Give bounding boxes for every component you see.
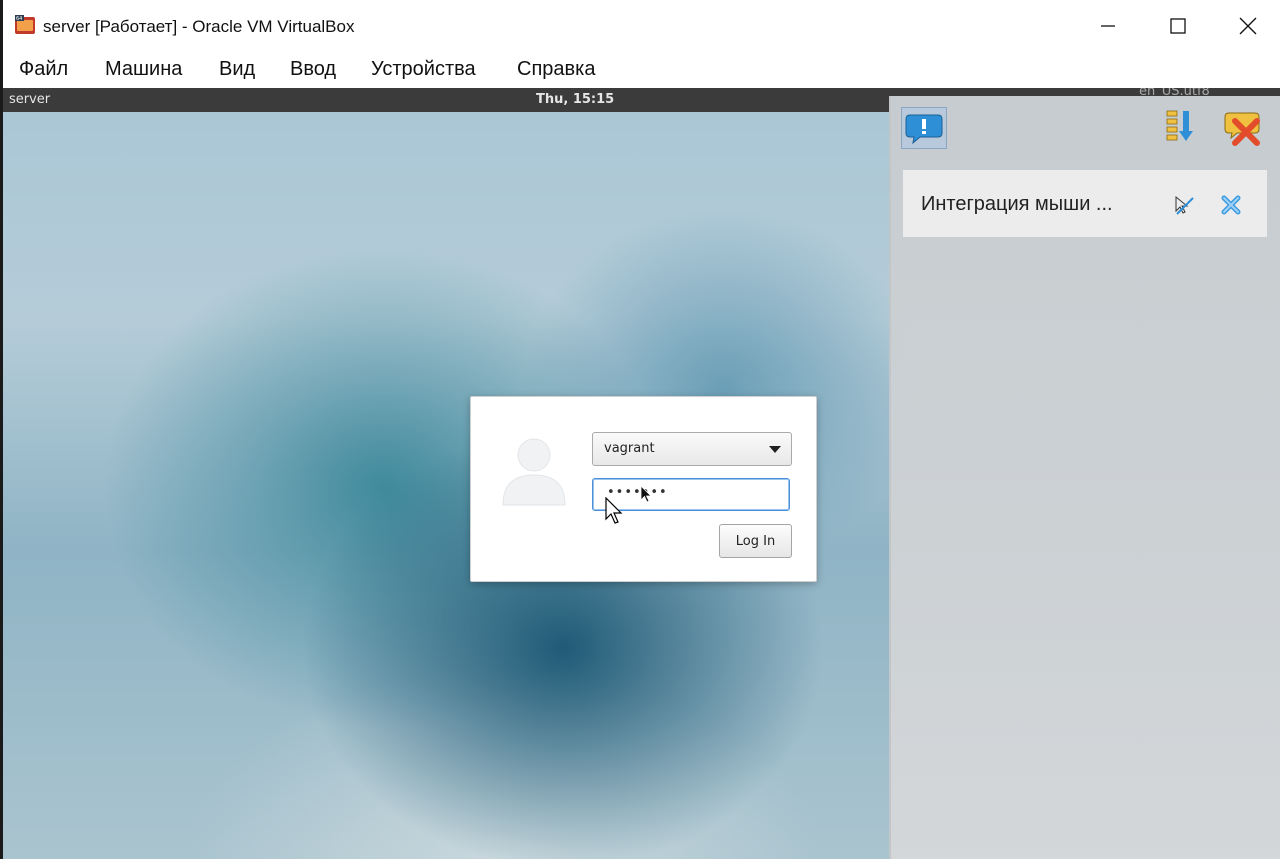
menu-machine[interactable]: Машина [105,58,182,81]
user-avatar-icon [502,438,566,506]
window-title: server [Работает] - Oracle VM VirtualBox [43,17,355,36]
menu-input[interactable]: Ввод [290,58,336,81]
close-all-button[interactable] [1221,107,1265,147]
menu-help[interactable]: Справка [517,58,595,81]
close-button[interactable] [1225,10,1271,42]
vm-display[interactable]: server Thu, 15:15 vagrant ••••••• Log In [3,88,1280,859]
notifications-toggle-button[interactable] [901,107,947,149]
menu-bar: Файл Машина Вид Ввод Устройства Справка [3,52,1280,88]
minimize-icon [1101,25,1115,27]
guest-hostname: server [9,92,51,107]
menu-view[interactable]: Вид [219,58,255,81]
minimize-button[interactable] [1085,10,1131,42]
dismiss-icon[interactable] [1220,194,1242,216]
sort-icon [1166,110,1193,141]
guest-pointer-icon [640,485,652,503]
menu-file[interactable]: Файл [19,58,68,81]
sort-button[interactable] [1163,107,1207,147]
notification-strip: en_US.utf8 [889,88,1280,99]
notification-card[interactable]: Интеграция мыши ... [903,170,1267,237]
mouse-integration-icon[interactable] [1173,194,1195,216]
close-icon [1239,17,1257,35]
mouse-pointer-icon [605,497,623,524]
menu-devices[interactable]: Устройства [371,58,476,81]
selected-user: vagrant [604,441,655,456]
notification-center: Интеграция мыши ... [889,96,1280,859]
close-all-icon [1224,112,1260,146]
notification-message: Интеграция мыши ... [921,193,1113,215]
guest-clock: Thu, 15:15 [536,92,615,107]
guest-top-bar: server Thu, 15:15 [3,88,889,112]
virtualbox-app-icon: 64 [15,15,35,34]
virtualbox-window: 64 server [Работает] - Oracle VM Virtual… [3,0,1280,859]
title-bar[interactable]: 64 server [Работает] - Oracle VM Virtual… [3,0,1280,52]
notification-icon [905,114,943,145]
user-select[interactable]: vagrant [592,432,792,466]
maximize-button[interactable] [1155,10,1201,42]
svg-text:64: 64 [16,16,22,22]
login-button[interactable]: Log In [719,524,792,558]
chevron-down-icon [769,446,781,453]
maximize-icon [1170,18,1186,34]
